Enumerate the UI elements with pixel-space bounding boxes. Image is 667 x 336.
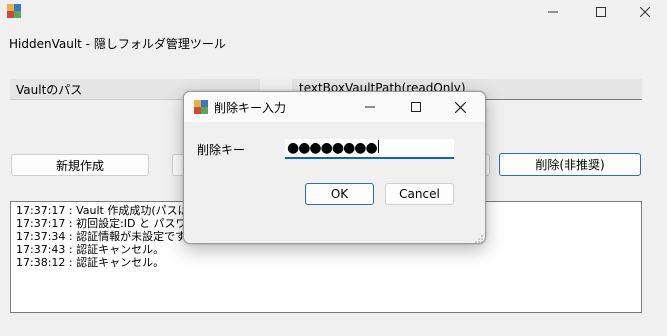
dialog-title: 削除キー入力 bbox=[214, 101, 287, 115]
app-icon bbox=[7, 4, 21, 18]
maximize-icon bbox=[596, 7, 606, 17]
dialog-maximize-button[interactable] bbox=[393, 95, 439, 119]
app-icon bbox=[194, 100, 208, 114]
log-line: 17:37:43 : 認証キャンセル。 bbox=[16, 243, 165, 256]
maximize-button[interactable] bbox=[578, 0, 624, 24]
close-icon bbox=[640, 7, 650, 17]
window-title: HiddenVault - 隠しフォルダ管理ツール bbox=[9, 37, 226, 51]
dialog-close-button[interactable] bbox=[437, 95, 483, 119]
close-button[interactable] bbox=[622, 0, 667, 24]
minimize-icon bbox=[365, 106, 375, 108]
close-icon bbox=[454, 101, 466, 113]
cancel-button[interactable]: Cancel bbox=[385, 183, 454, 205]
minimize-icon bbox=[548, 11, 558, 13]
text-caret bbox=[377, 140, 379, 153]
key-password-input[interactable]: ●●●●●●●● bbox=[285, 139, 454, 159]
minimize-button[interactable] bbox=[530, 0, 576, 24]
ok-button[interactable]: OK bbox=[305, 183, 374, 205]
key-password-value: ●●●●●●●● bbox=[287, 140, 378, 156]
create-button[interactable]: 新規作成 bbox=[11, 154, 149, 176]
delete-button[interactable]: 削除(非推奨) bbox=[499, 153, 641, 176]
key-label: 削除キー bbox=[197, 143, 246, 157]
log-line: 17:38:12 : 認証キャンセル。 bbox=[16, 256, 165, 269]
maximize-icon bbox=[411, 102, 421, 112]
dialog-minimize-button[interactable] bbox=[347, 95, 393, 119]
resize-grip-icon[interactable] bbox=[474, 232, 483, 243]
delete-key-dialog: 削除キー入力 削除キー ●●●●●●●● OK Cancel bbox=[183, 91, 486, 244]
